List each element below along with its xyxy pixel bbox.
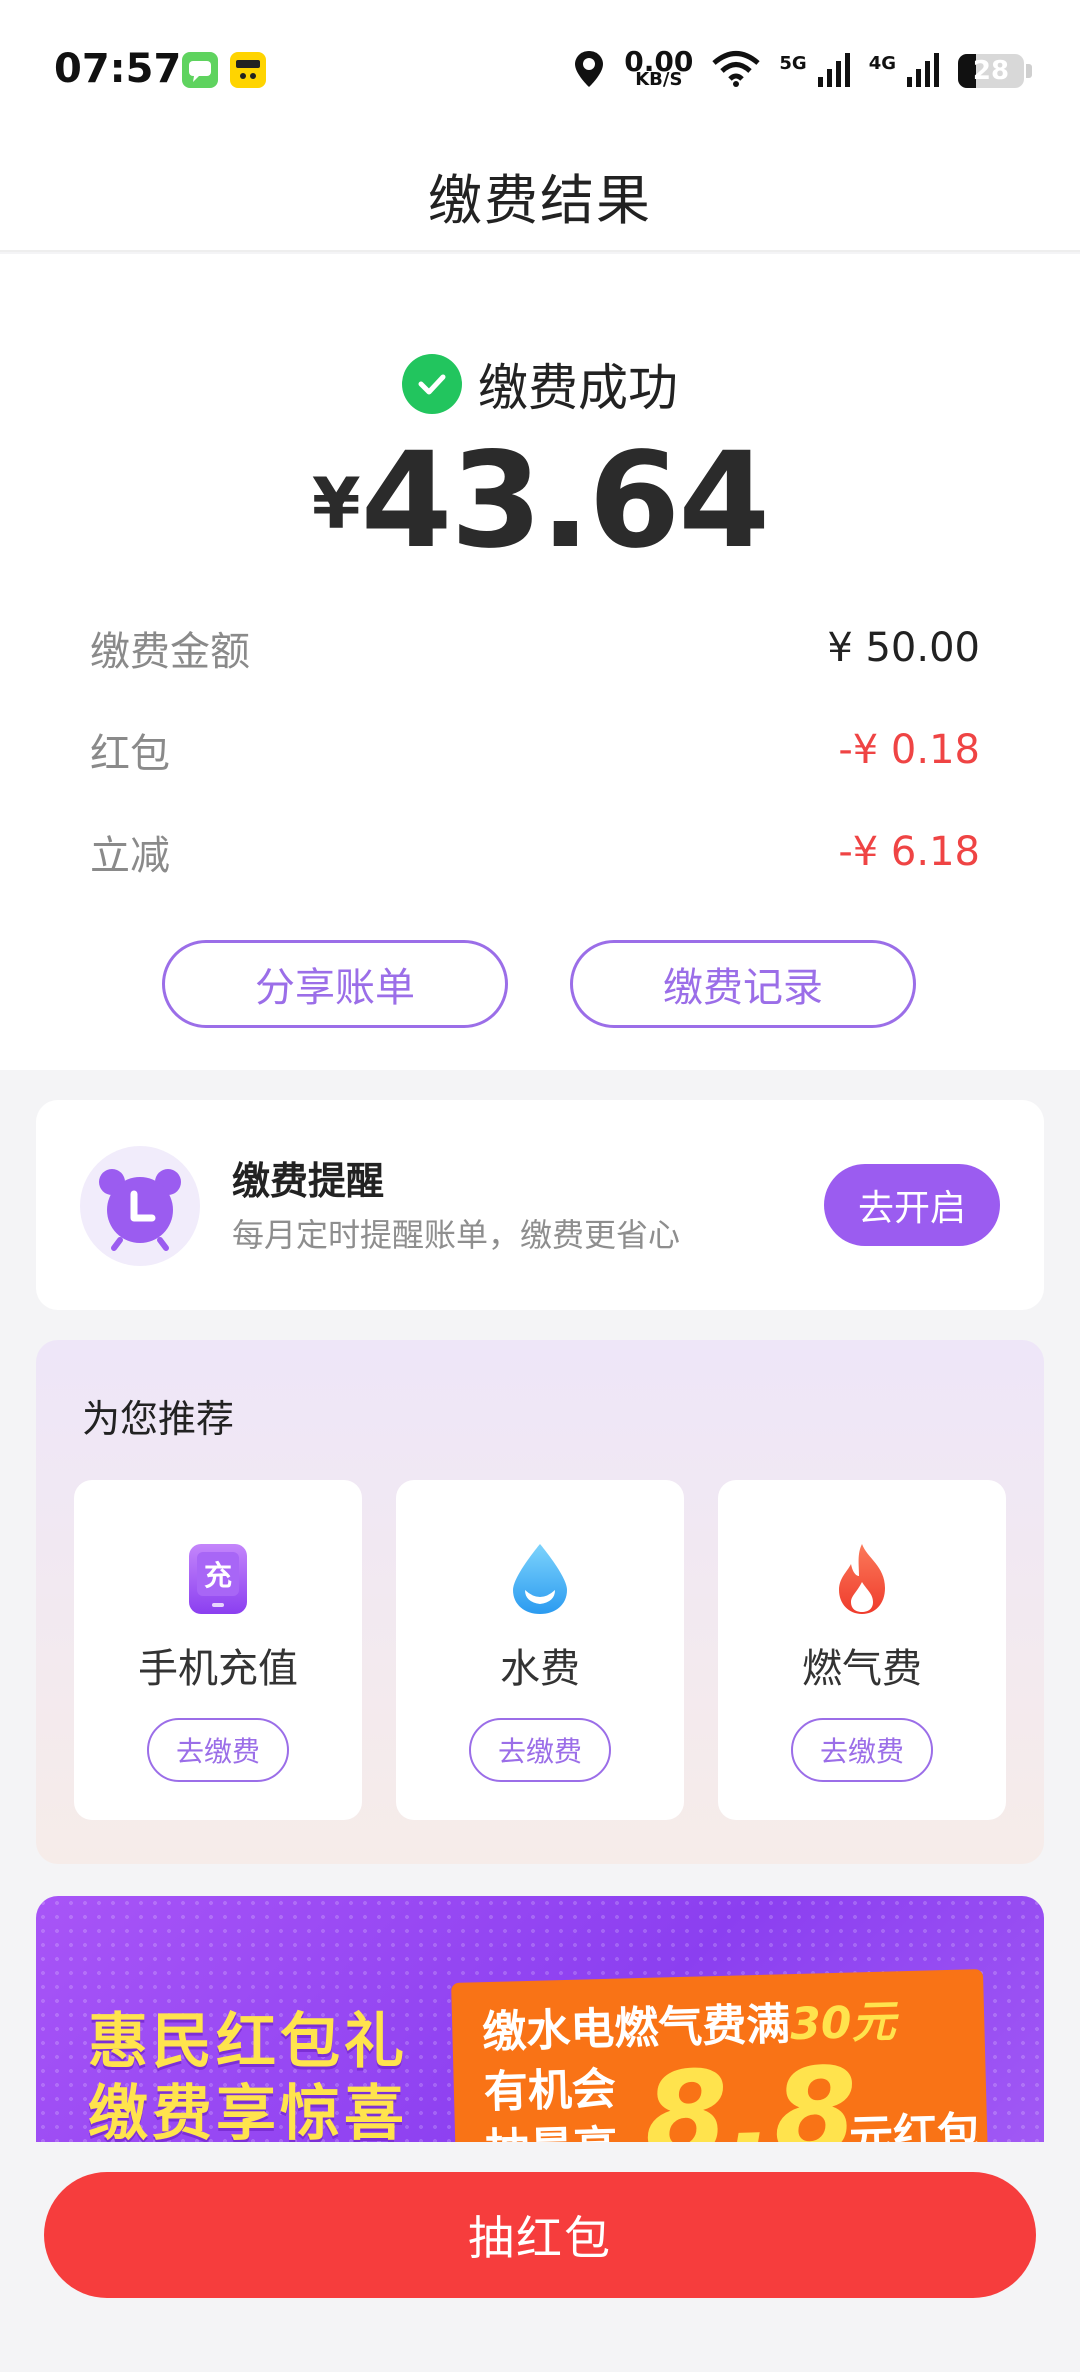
- signal-2-icon: [906, 51, 940, 91]
- wifi-icon: [711, 50, 761, 92]
- promo-banner[interactable]: 惠民红包礼 缴费享惊喜 缴水电燃气费满30元 有机会 抽最高 8.8 元红包: [36, 1896, 1044, 2142]
- detail-label: 缴费金额: [90, 629, 250, 675]
- battery-icon: 28: [958, 54, 1024, 88]
- success-check-icon: [402, 354, 462, 414]
- recommend-item-name: 手机充值: [138, 1646, 298, 1692]
- detail-row-red-packet: 红包 -¥ 0.18: [90, 720, 980, 780]
- alarm-clock-icon: [80, 1146, 200, 1266]
- payment-status-text: 缴费成功: [478, 359, 678, 417]
- recommend-card-gas[interactable]: 燃气费 去缴费: [718, 1480, 1006, 1820]
- banner-right-panel: 缴水电燃气费满30元 有机会 抽最高 8.8 元红包: [451, 1969, 989, 2142]
- battery-level: 28: [972, 56, 1010, 86]
- messages-app-icon: [182, 52, 218, 88]
- water-drop-icon: [505, 1542, 575, 1616]
- status-time: 07:57: [54, 46, 182, 92]
- recommend-section: 为您推荐 充 手机充值 去缴费 水费 去缴费 燃气费 去缴费: [36, 1340, 1044, 1864]
- signal-2-label: 4G: [868, 52, 896, 74]
- detail-row-payment-amount: 缴费金额 ¥ 50.00: [90, 618, 980, 678]
- page-title: 缴费结果: [428, 168, 652, 232]
- payment-amount: ¥43.64: [0, 424, 1080, 578]
- flame-icon: [827, 1542, 897, 1616]
- recommend-card-water[interactable]: 水费 去缴费: [396, 1480, 684, 1820]
- status-bar: 07:57 0.00 KB/S 5G 4G 28: [0, 0, 1080, 140]
- draw-red-packet-button[interactable]: 抽红包: [44, 2172, 1036, 2298]
- detail-label: 立减: [90, 833, 170, 879]
- meituan-app-icon: [230, 52, 266, 88]
- payment-status: 缴费成功: [0, 348, 1080, 420]
- reminder-description: 每月定时提醒账单，缴费更省心: [232, 1216, 681, 1254]
- banner-amount-unit: 元红包: [848, 2108, 982, 2142]
- enable-reminder-button[interactable]: 去开启: [824, 1164, 1000, 1246]
- nav-header: 缴费结果: [0, 140, 1080, 252]
- recommend-title: 为您推荐: [82, 1397, 235, 1441]
- recommend-card-phone-recharge[interactable]: 充 手机充值 去缴费: [74, 1480, 362, 1820]
- banner-right-line2-text: 有机会: [483, 2063, 617, 2119]
- payment-result-section: 缴费成功 ¥43.64 缴费金额 ¥ 50.00 红包 -¥ 0.18 立减 -…: [0, 254, 1080, 1070]
- banner-big-amount: 8.8: [642, 2042, 859, 2142]
- go-pay-button[interactable]: 去缴费: [791, 1718, 933, 1782]
- signal-1-icon: [817, 51, 851, 91]
- amount-currency: ¥: [311, 463, 361, 545]
- detail-label: 红包: [90, 731, 170, 777]
- status-indicators: 0.00 KB/S 5G 4G 28: [572, 46, 1032, 96]
- banner-left-text: 惠民红包礼 缴费享惊喜: [88, 2006, 408, 2142]
- detail-value: -¥ 0.18: [838, 727, 980, 773]
- detail-row-discount: 立减 -¥ 6.18: [90, 822, 980, 882]
- bottom-bar: 抽红包: [0, 2142, 1080, 2372]
- battery-tip: [1026, 64, 1032, 78]
- network-speed: 0.00 KB/S: [624, 48, 693, 90]
- recommend-item-name: 水费: [500, 1646, 580, 1692]
- location-icon: [572, 49, 606, 93]
- banner-left-line1: 惠民红包礼: [88, 2007, 408, 2077]
- payment-reminder-card: 缴费提醒 每月定时提醒账单，缴费更省心 去开启: [36, 1100, 1044, 1310]
- network-speed-unit: KB/S: [635, 69, 683, 90]
- phone-recharge-icon: 充: [183, 1542, 253, 1616]
- banner-right-line2: 有机会 抽最高: [483, 2061, 618, 2142]
- detail-value: ¥ 50.00: [827, 625, 980, 671]
- reminder-title: 缴费提醒: [232, 1159, 385, 1203]
- share-bill-button[interactable]: 分享账单: [162, 940, 508, 1028]
- go-pay-button[interactable]: 去缴费: [147, 1718, 289, 1782]
- promo-banner-container: 惠民红包礼 缴费享惊喜 缴水电燃气费满30元 有机会 抽最高 8.8 元红包: [36, 1896, 1044, 2142]
- banner-left-line2: 缴费享惊喜: [88, 2079, 408, 2142]
- recommend-item-name: 燃气费: [802, 1646, 922, 1692]
- amount-value: 43.64: [360, 424, 771, 578]
- go-pay-button[interactable]: 去缴费: [469, 1718, 611, 1782]
- banner-right-line3-text: 抽最高: [485, 2119, 618, 2142]
- detail-value: -¥ 6.18: [838, 829, 980, 875]
- signal-1-label: 5G: [779, 52, 807, 74]
- phone-recharge-icon-glyph: 充: [204, 1559, 232, 1592]
- payment-records-button[interactable]: 缴费记录: [570, 940, 916, 1028]
